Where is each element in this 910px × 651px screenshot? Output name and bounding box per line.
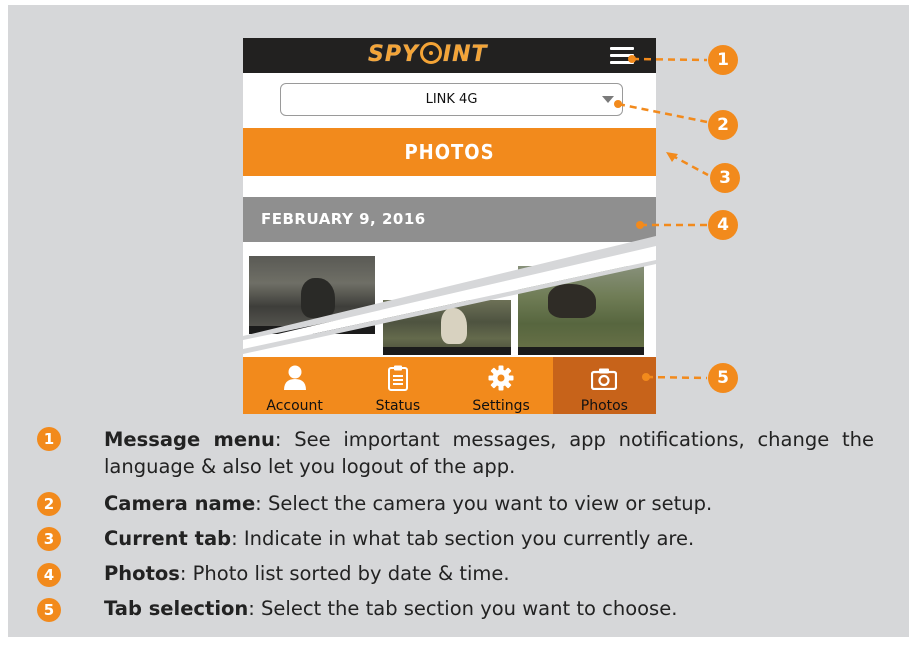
legend-number: 3: [37, 527, 61, 551]
legend-item: Current tab: Indicate in what tab sectio…: [104, 525, 694, 552]
legend-term: Current tab: [104, 527, 232, 550]
callout-marker: 4: [708, 210, 738, 240]
legend-term: Tab selection: [104, 597, 249, 620]
legend-number: 4: [37, 563, 61, 587]
legend-description: : Select the camera you want to view or …: [255, 492, 713, 515]
legend-description: : Indicate in what tab section you curre…: [231, 527, 695, 550]
callout-marker: 2: [708, 110, 738, 140]
legend-item: Photos: Photo list sorted by date & time…: [104, 560, 510, 587]
callout-marker: 3: [710, 163, 740, 193]
legend-item: Camera name: Select the camera you want …: [104, 490, 712, 517]
legend-term: Camera name: [104, 492, 256, 515]
callout-marker: 5: [708, 363, 738, 393]
legend-number: 2: [37, 492, 61, 516]
legend-description: : Photo list sorted by date & time.: [179, 562, 510, 585]
legend-term: Message menu: [104, 428, 275, 451]
callout-leader-lines: [614, 55, 709, 381]
legend-description: : Select the tab section you want to cho…: [248, 597, 678, 620]
legend-number: 1: [37, 427, 61, 451]
legend-item: Message menu: See important messages, ap…: [104, 426, 874, 480]
legend-item: Tab selection: Select the tab section yo…: [104, 595, 677, 622]
legend-term: Photos: [104, 562, 180, 585]
callout-marker: 1: [708, 45, 738, 75]
legend-number: 5: [37, 598, 61, 622]
